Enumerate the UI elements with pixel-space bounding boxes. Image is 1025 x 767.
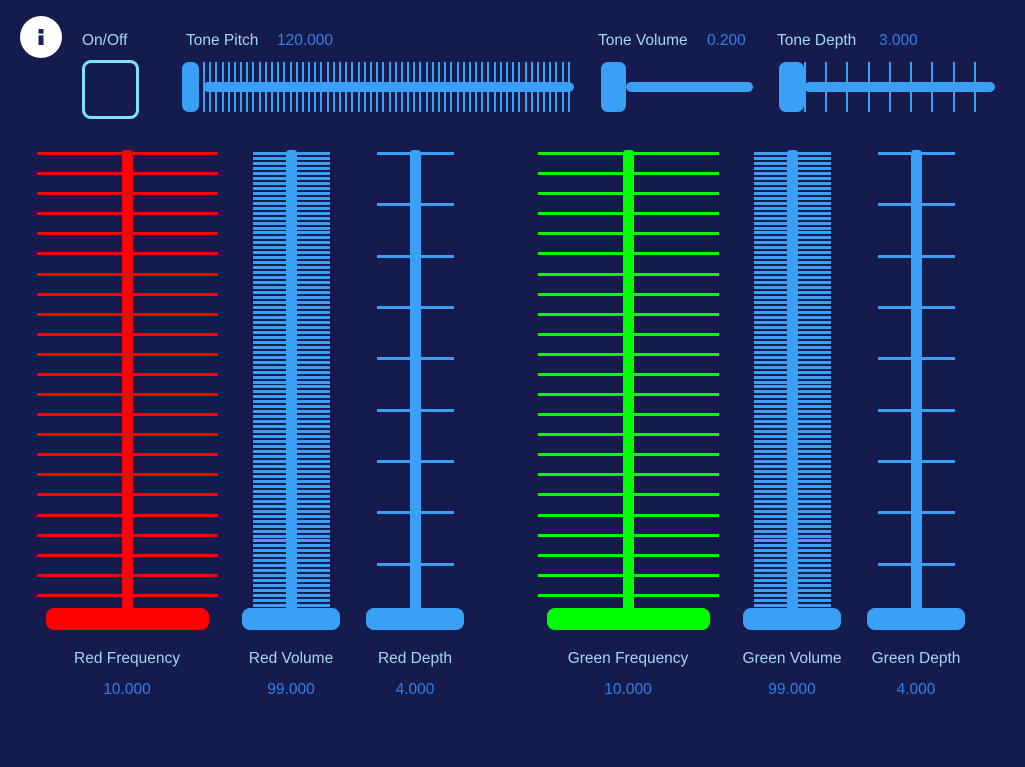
red-depth-label: Red Depth (377, 650, 453, 667)
red-frequency-thumb[interactable] (45, 608, 209, 630)
green-frequency-track[interactable] (623, 150, 634, 620)
red-depth-track[interactable] (410, 150, 421, 620)
header-controls: On/Off Tone Pitch 120.000 Tone Volume 0.… (0, 0, 1025, 140)
green-depth-track[interactable] (911, 150, 922, 620)
green-frequency-thumb[interactable] (546, 608, 710, 630)
slider-red-depth[interactable] (330, 150, 500, 630)
onoff-checkbox[interactable] (82, 60, 139, 119)
tone-depth-ticks (804, 62, 995, 112)
green-depth-label: Green Depth (871, 650, 961, 667)
red-frequency-label: Red Frequency (74, 650, 180, 667)
onoff-label: On/Off (82, 32, 128, 49)
red-volume-thumb[interactable] (242, 608, 340, 630)
tone-depth-value: 3.000 (879, 32, 918, 49)
tone-volume-value: 0.200 (707, 32, 746, 49)
tone-volume-thumb[interactable] (601, 62, 626, 112)
info-icon[interactable] (20, 16, 62, 58)
green-volume-thumb[interactable] (743, 608, 841, 630)
tone-pitch-slider[interactable] (182, 57, 574, 117)
slider-green-depth[interactable] (831, 150, 1001, 630)
tone-volume-track[interactable] (626, 82, 753, 92)
red-volume-track[interactable] (286, 150, 297, 620)
red-frequency-value: 10.000 (103, 681, 151, 698)
slider-red-frequency[interactable] (37, 150, 218, 630)
tone-pitch-label: Tone Pitch (186, 32, 259, 49)
tone-pitch-thumb[interactable] (182, 62, 199, 112)
slider-green-frequency[interactable] (538, 150, 719, 630)
tone-volume-label: Tone Volume (598, 32, 688, 49)
tone-depth-slider[interactable] (779, 57, 995, 117)
green-depth-value: 4.000 (896, 681, 936, 698)
tone-pitch-value: 120.000 (277, 32, 334, 49)
tone-depth-label: Tone Depth (777, 32, 857, 49)
green-depth-thumb[interactable] (867, 608, 965, 630)
green-frequency-value: 10.000 (604, 681, 652, 698)
green-volume-track[interactable] (787, 150, 798, 620)
tone-volume-slider[interactable] (601, 57, 753, 117)
red-depth-value: 4.000 (395, 681, 435, 698)
tone-pitch-ticks (203, 62, 574, 112)
tone-depth-thumb[interactable] (779, 62, 804, 112)
red-frequency-track[interactable] (122, 150, 133, 620)
red-depth-thumb[interactable] (366, 608, 464, 630)
green-frequency-label: Green Frequency (567, 650, 689, 667)
